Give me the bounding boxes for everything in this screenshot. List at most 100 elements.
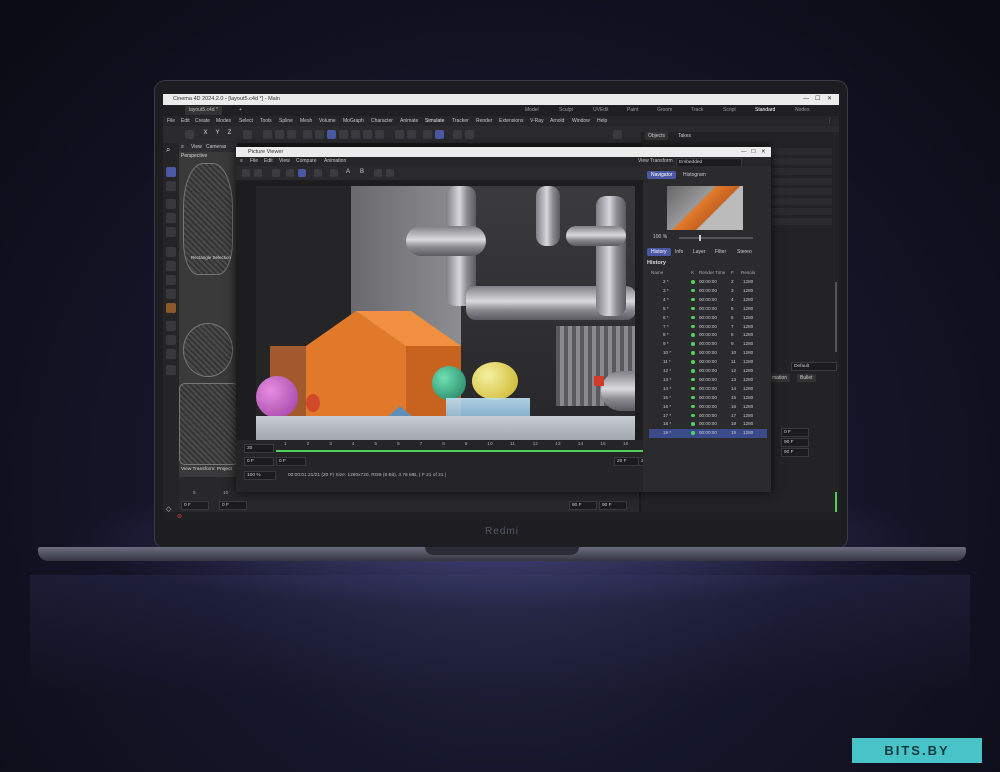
compare-b-button[interactable]: B <box>358 169 366 177</box>
tab-navigator[interactable]: Navigator <box>647 171 677 179</box>
workspace-sculpt[interactable]: Sculpt <box>559 105 573 116</box>
magnet-icon[interactable] <box>407 130 416 139</box>
render-view-icon[interactable] <box>263 130 272 139</box>
frame-field[interactable]: 90 F <box>781 438 809 447</box>
viewport-menu-cameras[interactable]: Cameras <box>206 143 226 152</box>
workspace-uvedit[interactable]: UVEdit <box>593 105 609 116</box>
history-row[interactable]: 6 * 00:00:00 6 1280 <box>649 314 767 323</box>
history-row[interactable]: 18 * 00:00:00 18 1280 <box>649 420 767 429</box>
maximize-icon[interactable]: ☐ <box>815 94 820 105</box>
auto-zoom-icon[interactable] <box>298 169 306 177</box>
menu-edit[interactable]: Edit <box>181 116 190 126</box>
timeline-end-field-2[interactable]: 90 F <box>599 501 627 510</box>
pv-menu-animation[interactable]: Animation <box>324 157 346 166</box>
workspace-nodes[interactable]: Nodes <box>795 105 809 116</box>
points-mode-icon[interactable] <box>166 261 176 271</box>
lock-icon[interactable] <box>465 130 474 139</box>
new-tab-button[interactable]: + <box>235 106 246 115</box>
column-render-time[interactable]: Render Time <box>699 269 725 278</box>
bullet-tab[interactable]: Bullet <box>797 374 816 382</box>
workspace-model[interactable]: Model <box>525 105 539 116</box>
cube-icon[interactable] <box>303 130 312 139</box>
render-picture-viewer-icon[interactable] <box>275 130 284 139</box>
history-row[interactable]: 15 * 00:00:00 15 1280 <box>649 394 767 403</box>
tab-histogram[interactable]: Histogram <box>679 171 710 179</box>
menu-arnold[interactable]: Arnold <box>550 116 564 126</box>
column-name[interactable]: Name <box>651 269 663 278</box>
menu-create[interactable]: Create <box>195 116 210 126</box>
workspace-paint[interactable]: Paint <box>627 105 638 116</box>
timeline-start-field-2[interactable]: 0 F <box>219 501 247 510</box>
axis-x-button[interactable]: X <box>201 130 210 139</box>
perspective-viewport[interactable]: ≡ View Cameras Perspective Rectangle Sel… <box>179 143 237 477</box>
animation-tab[interactable]: mation <box>769 374 791 382</box>
menu-extensions[interactable]: Extensions <box>499 116 523 126</box>
pv-menu-file[interactable]: File <box>250 157 258 166</box>
menu-file[interactable]: File <box>167 116 175 126</box>
range-start-field[interactable]: 0 F <box>244 457 274 466</box>
frame-rate-field[interactable]: 30 <box>244 444 274 453</box>
tab-stereo[interactable]: Stereo <box>733 248 756 256</box>
menu-tools[interactable]: Tools <box>260 116 272 126</box>
move-icon[interactable] <box>166 199 176 209</box>
menu-help[interactable]: Help <box>597 116 607 126</box>
range-start-field-2[interactable]: 0 F <box>276 457 306 466</box>
history-row[interactable]: 2 * 00:00:00 2 1280 <box>649 278 767 287</box>
rotate-icon[interactable] <box>166 213 176 223</box>
column-k[interactable]: K <box>691 269 694 278</box>
history-row[interactable]: 11 * 00:00:00 11 1280 <box>649 358 767 367</box>
subdivision-icon[interactable] <box>327 130 336 139</box>
document-tab[interactable]: layout5.c4d * <box>185 106 222 115</box>
tab-filter[interactable]: Filter <box>711 248 730 256</box>
history-row[interactable]: 8 * 00:00:00 8 1280 <box>649 331 767 340</box>
compare-icon[interactable] <box>330 169 338 177</box>
viewport-menu-view[interactable]: View <box>191 143 202 152</box>
menu-animate[interactable]: Animate <box>400 116 418 126</box>
save-icon[interactable] <box>254 169 262 177</box>
menu-select[interactable]: Select <box>239 116 253 126</box>
brush-icon[interactable] <box>166 335 176 345</box>
navigator-thumbnail[interactable] <box>667 186 743 230</box>
open-folder-icon[interactable] <box>242 169 250 177</box>
history-row[interactable]: 9 * 00:00:00 9 1280 <box>649 340 767 349</box>
frame-field[interactable]: 0 F <box>781 428 809 437</box>
pv-menu-icon[interactable]: ≡ <box>240 157 243 166</box>
model-mode-icon[interactable] <box>166 247 176 257</box>
camera-icon[interactable] <box>375 130 384 139</box>
scale-icon[interactable] <box>166 227 176 237</box>
coordinate-system-icon[interactable] <box>243 130 252 139</box>
maximize-icon[interactable]: ☐ <box>751 147 756 157</box>
workspace-groom[interactable]: Groom <box>657 105 672 116</box>
rendered-image[interactable] <box>256 186 635 442</box>
minimize-icon[interactable]: — <box>741 147 747 157</box>
search-icon[interactable]: ⌕ <box>166 145 176 155</box>
tab-objects[interactable]: Objects <box>645 132 668 140</box>
grid-snap-icon[interactable] <box>435 130 444 139</box>
close-icon[interactable]: ✕ <box>827 94 832 105</box>
timeline-end-field[interactable]: 90 F <box>569 501 597 510</box>
split-view-icon[interactable] <box>374 169 382 177</box>
select-tool-icon[interactable] <box>185 130 194 139</box>
workplane-icon[interactable] <box>453 130 462 139</box>
pv-menu-view[interactable]: View <box>279 157 290 166</box>
history-row[interactable]: 19 * 00:00:00 19 1280 <box>649 429 767 439</box>
timeline-start-field[interactable]: 0 F <box>181 501 209 510</box>
close-icon[interactable]: ✕ <box>761 147 766 157</box>
polygons-mode-icon[interactable] <box>166 289 176 299</box>
history-row[interactable]: 4 * 00:00:00 4 1280 <box>649 296 767 305</box>
menu-volume[interactable]: Volume <box>319 116 336 126</box>
paint-icon[interactable] <box>166 349 176 359</box>
viewport-menu-icon[interactable]: ≡ <box>181 143 184 152</box>
tab-layer[interactable]: Layer <box>689 248 710 256</box>
floor-icon[interactable] <box>363 130 372 139</box>
column-frame[interactable]: F <box>731 269 734 278</box>
workspace-script[interactable]: Script <box>723 105 736 116</box>
snap-icon[interactable] <box>423 130 432 139</box>
more-options-icon[interactable]: ⋮ <box>827 116 832 126</box>
zoom-field[interactable]: 100 % <box>244 471 276 480</box>
history-row[interactable]: 3 * 00:00:00 3 1280 <box>649 287 767 296</box>
history-row[interactable]: 12 * 00:00:00 12 1280 <box>649 367 767 376</box>
menu-character[interactable]: Character <box>371 116 393 126</box>
pv-menu-compare[interactable]: Compare <box>296 157 317 166</box>
uv-mode-icon[interactable] <box>166 303 176 313</box>
